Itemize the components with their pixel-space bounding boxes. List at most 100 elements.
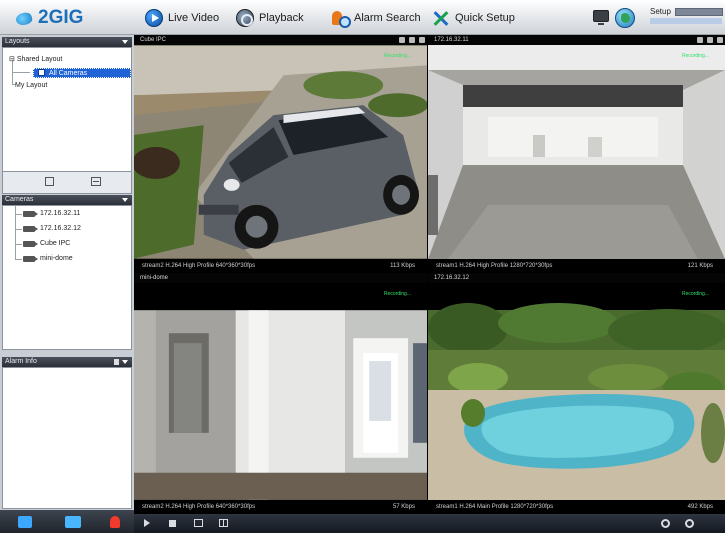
camera-icon: [23, 240, 38, 247]
cameras-panel-header[interactable]: Cameras: [2, 195, 132, 205]
settings-icon[interactable]: [685, 519, 694, 528]
camera-item[interactable]: 172.16.32.12: [23, 225, 81, 232]
stream-info: stream2 H.264 High Profile 640*360*30fps…: [134, 259, 427, 273]
quick-setup-button[interactable]: Quick Setup: [432, 7, 515, 29]
tools-icon: [432, 9, 450, 27]
camera-icon[interactable]: [65, 516, 81, 528]
camera-label: mini-dome: [40, 255, 73, 262]
live-video-button[interactable]: Live Video: [145, 7, 219, 29]
stream-info: stream1 H.264 Main Profile 1280*720*30fp…: [428, 500, 725, 514]
add-layout-icon[interactable]: [45, 177, 54, 186]
recording-indicator: Recording...: [384, 53, 411, 59]
recording-indicator: Recording...: [682, 53, 709, 59]
quick-setup-label: Quick Setup: [455, 12, 515, 24]
layouts-tree: ⊟ Shared Layout All Cameras My Layout: [2, 47, 132, 172]
edit-layout-icon[interactable]: [91, 177, 101, 186]
tree-connector: [15, 229, 22, 230]
recording-indicator: Recording...: [682, 291, 709, 297]
brand-logo: 2GIG: [14, 6, 126, 30]
record-icon[interactable]: [707, 37, 713, 43]
layouts-panel-header[interactable]: Layouts: [2, 37, 132, 47]
app-window: 2GIG Live Video Playback Alarm Search Qu…: [0, 0, 725, 533]
tree-item-shared-layout[interactable]: ⊟ Shared Layout: [9, 55, 62, 63]
camera-icon: [23, 210, 38, 217]
cameras-header-label: Cameras: [5, 196, 34, 203]
tree-item-all-cameras[interactable]: All Cameras: [33, 68, 131, 78]
camera-item[interactable]: Cube IPC: [23, 240, 70, 247]
camera-item[interactable]: 172.16.32.11: [23, 210, 80, 217]
tree-connector: [15, 244, 22, 245]
alarm-search-icon: [331, 9, 351, 28]
camera-icon: [23, 225, 38, 232]
stop-icon[interactable]: [169, 520, 176, 527]
tile-title: mini-dome: [134, 273, 427, 283]
logo-text: 2GIG: [38, 7, 84, 28]
layout-icon: [38, 69, 45, 76]
alarm-search-button[interactable]: Alarm Search: [331, 7, 421, 29]
split-view-icon[interactable]: [219, 519, 228, 527]
bitrate: 113 Kbps: [390, 263, 415, 269]
video-tile[interactable]: 172.16.32.11 Recording... stream1 H.264 …: [428, 35, 725, 273]
alarm-info-panel-header[interactable]: Alarm Info: [2, 357, 132, 367]
tree-connector: [15, 214, 22, 215]
chevron-down-icon[interactable]: [122, 40, 128, 44]
alarm-icon[interactable]: [110, 516, 120, 528]
expand-icon[interactable]: ⊟: [9, 56, 17, 63]
live-view-controls: [134, 514, 725, 533]
stream-profile: stream1 H.264 Main Profile 1280*720*30fp…: [436, 504, 554, 510]
camera-item[interactable]: mini-dome: [23, 255, 73, 262]
tree-item-my-layout[interactable]: My Layout: [15, 82, 47, 89]
video-feed: [428, 45, 725, 259]
all-cameras-label: All Cameras: [49, 70, 88, 77]
stream-info: stream2 H.264 High Profile 640*360*30fps…: [134, 500, 427, 514]
alarm-search-label: Alarm Search: [354, 12, 421, 24]
chevron-down-icon[interactable]: [122, 198, 128, 202]
shared-layout-label: Shared Layout: [16, 56, 63, 63]
camera-label: 172.16.32.12: [40, 225, 81, 232]
single-view-icon[interactable]: [194, 519, 203, 527]
snapshot-icon[interactable]: [697, 37, 703, 43]
camera-label: 172.16.32.11: [40, 210, 81, 217]
chevron-down-icon[interactable]: [122, 360, 128, 364]
close-icon[interactable]: [419, 37, 425, 43]
video-feed: [134, 45, 427, 259]
tile-title: 172.16.32.11: [428, 35, 725, 45]
my-layout-label: My Layout: [15, 82, 48, 89]
play-icon[interactable]: [144, 519, 150, 527]
globe-icon[interactable]: [615, 8, 635, 28]
stream-info: stream1 H.264 High Profile 1280*720*30fp…: [428, 259, 725, 273]
record-icon[interactable]: [409, 37, 415, 43]
tile-title: 172.16.32.12: [428, 273, 725, 283]
layouts-toolbar: [2, 172, 132, 194]
stream-profile: stream2 H.264 High Profile 640*360*30fps: [142, 263, 256, 269]
setup-button[interactable]: Setup: [650, 6, 725, 28]
alarm-info-list: [2, 367, 132, 509]
layouts-header-label: Layouts: [5, 38, 30, 45]
bitrate: 121 Kbps: [687, 263, 713, 269]
main-toolbar: 2GIG Live Video Playback Alarm Search Qu…: [0, 0, 725, 35]
bitrate: 492 Kbps: [687, 504, 713, 510]
clear-alarms-icon[interactable]: [114, 359, 119, 365]
bitrate: 57 Kbps: [392, 504, 415, 510]
alarm-info-header-label: Alarm Info: [5, 358, 37, 365]
snapshot-icon[interactable]: [399, 37, 405, 43]
video-tile[interactable]: mini-dome Recording... stream2 H.264 Hig…: [134, 273, 428, 514]
setup-progress-bar: [650, 18, 722, 24]
video-tile[interactable]: 172.16.32.12 Recording... stream1 H.264 …: [428, 273, 725, 514]
camera-label: Cube IPC: [40, 240, 71, 247]
cameras-tree: 172.16.32.11 172.16.32.12 Cube IPC mini-…: [2, 205, 132, 350]
playback-button[interactable]: Playback: [236, 7, 304, 29]
sidebar-bottom-bar: [0, 510, 134, 533]
video-tile[interactable]: Cube IPC Recording... stream2 H.264 High…: [134, 35, 428, 273]
video-feed: [428, 283, 725, 500]
close-icon[interactable]: [717, 37, 723, 43]
camera-icon: [23, 255, 38, 262]
monitor-icon[interactable]: [18, 516, 32, 528]
tree-connector: [12, 72, 30, 73]
stream-profile: stream1 H.264 High Profile 1280*720*30fp…: [436, 263, 553, 269]
setup-field: [675, 8, 723, 16]
recording-indicator: Recording...: [384, 291, 411, 297]
refresh-icon[interactable]: [661, 519, 670, 528]
tree-connector: [15, 259, 22, 260]
monitor-icon[interactable]: [593, 10, 609, 25]
